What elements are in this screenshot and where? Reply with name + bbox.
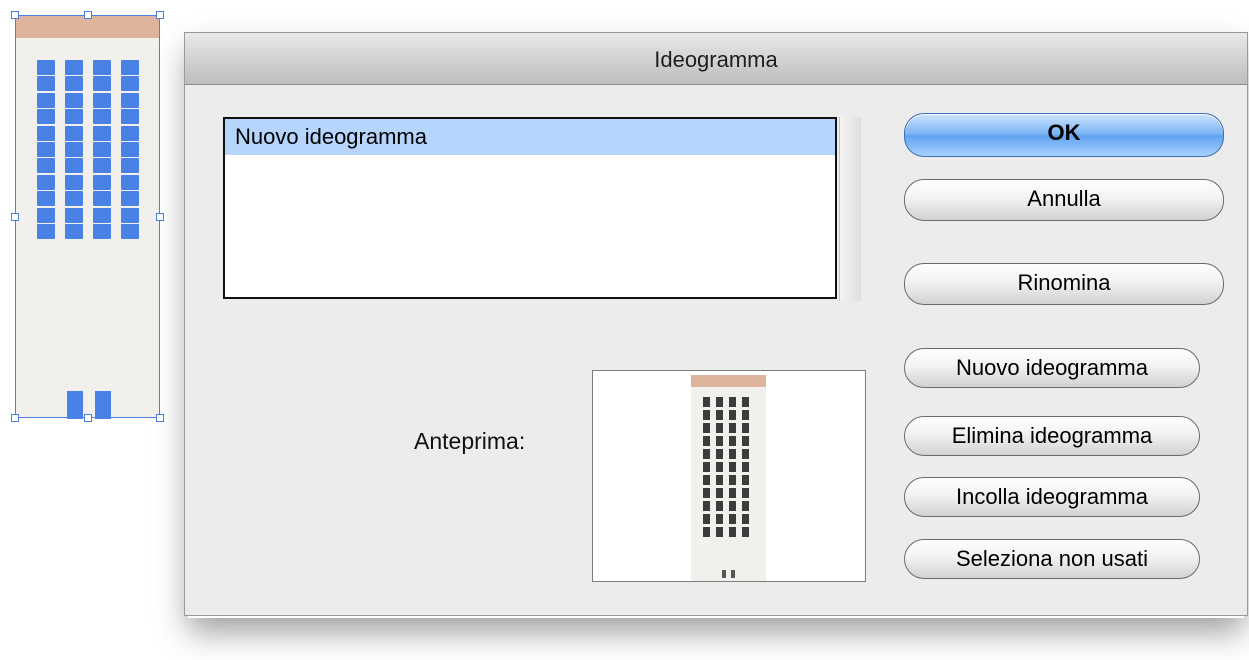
preview-window: [716, 449, 723, 459]
preview-window: [729, 423, 736, 433]
preview-window: [742, 410, 749, 420]
preview-window: [729, 410, 736, 420]
symbol-list-scrollbar[interactable]: [839, 117, 861, 301]
preview-window: [716, 488, 723, 498]
preview-window: [703, 397, 710, 407]
selection-handle-tr[interactable]: [156, 11, 164, 19]
delete-symbol-button[interactable]: Elimina ideogramma: [904, 416, 1200, 456]
rename-button[interactable]: Rinomina: [904, 263, 1224, 305]
preview-window: [703, 410, 710, 420]
selection-handle-l[interactable]: [11, 212, 19, 221]
preview-building-windows: [703, 397, 753, 551]
preview-window: [729, 514, 736, 524]
preview-building-door-left: [722, 570, 726, 578]
symbols-dialog: Ideogramma Nuovo ideogramma OK Annulla R…: [184, 32, 1248, 616]
preview-window: [729, 449, 736, 459]
dialog-title: Ideogramma: [654, 47, 778, 72]
ok-button[interactable]: OK: [904, 113, 1224, 157]
preview-window: [703, 488, 710, 498]
preview-window: [716, 527, 723, 537]
preview-window: [716, 423, 723, 433]
preview-label: Anteprima:: [414, 428, 526, 454]
preview-window: [742, 527, 749, 537]
preview-window: [742, 514, 749, 524]
preview-building-door-right: [731, 570, 735, 578]
preview-window: [742, 423, 749, 433]
preview-window: [729, 527, 736, 537]
preview-window: [742, 475, 749, 485]
selection-handle-br[interactable]: [156, 414, 164, 422]
selection-handle-t[interactable]: [83, 11, 92, 19]
selection-bounding-box: [15, 15, 160, 418]
preview-window: [729, 436, 736, 446]
preview-window: [716, 436, 723, 446]
paste-symbol-button[interactable]: Incolla ideogramma: [904, 477, 1200, 517]
preview-window: [703, 462, 710, 472]
preview-window: [703, 475, 710, 485]
preview-window: [716, 514, 723, 524]
preview-window: [742, 449, 749, 459]
preview-window: [742, 436, 749, 446]
new-symbol-button[interactable]: Nuovo ideogramma: [904, 348, 1200, 388]
preview-window: [703, 501, 710, 511]
preview-window: [703, 449, 710, 459]
preview-window: [729, 475, 736, 485]
preview-window: [729, 397, 736, 407]
preview-window: [729, 462, 736, 472]
preview-window: [703, 436, 710, 446]
dialog-titlebar[interactable]: Ideogramma: [185, 33, 1247, 85]
preview-window: [703, 527, 710, 537]
symbol-list[interactable]: Nuovo ideogramma: [223, 117, 837, 299]
preview-window: [729, 488, 736, 498]
select-unused-button[interactable]: Seleziona non usati: [904, 539, 1200, 579]
symbol-list-item-selected[interactable]: Nuovo ideogramma: [225, 119, 835, 155]
selection-handle-bl[interactable]: [11, 414, 19, 422]
preview-window: [703, 514, 710, 524]
preview-window: [703, 423, 710, 433]
cancel-button[interactable]: Annulla: [904, 179, 1224, 221]
selection-handle-r[interactable]: [156, 212, 164, 221]
selection-handle-tl[interactable]: [11, 11, 19, 19]
preview-window: [742, 462, 749, 472]
preview-building-roof: [691, 375, 766, 387]
preview-window: [716, 410, 723, 420]
preview-window: [742, 397, 749, 407]
preview-window: [742, 488, 749, 498]
selection-handle-b[interactable]: [83, 414, 92, 422]
preview-window: [742, 501, 749, 511]
preview-window: [729, 501, 736, 511]
preview-window: [716, 462, 723, 472]
preview-window: [716, 397, 723, 407]
preview-window: [716, 475, 723, 485]
preview-window: [716, 501, 723, 511]
symbol-preview: [592, 370, 866, 582]
